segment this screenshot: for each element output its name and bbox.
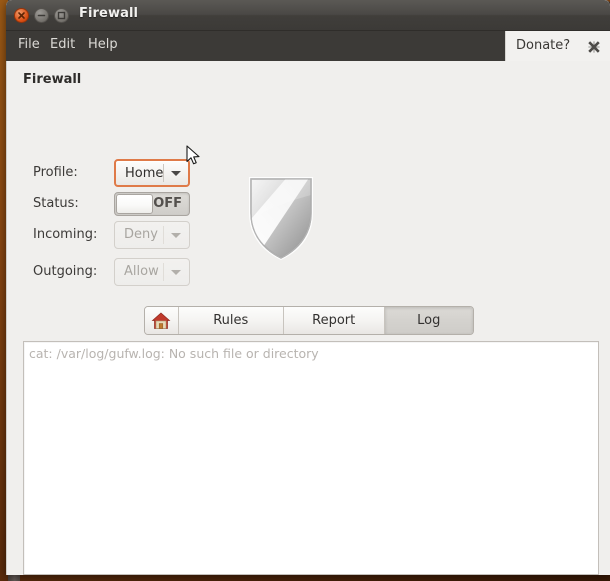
menu-item-edit[interactable]: Edit bbox=[48, 37, 77, 52]
label-incoming: Incoming: bbox=[33, 227, 98, 242]
incoming-dropdown[interactable]: Deny bbox=[114, 221, 190, 249]
donate-panel: Donate? bbox=[505, 31, 610, 61]
divider bbox=[163, 263, 164, 281]
label-status: Status: bbox=[33, 196, 79, 211]
label-profile: Profile: bbox=[33, 165, 78, 180]
window-client-area: Firewall Profile: Status: Incoming: Outg… bbox=[6, 61, 610, 575]
close-icon[interactable] bbox=[587, 39, 601, 53]
chevron-down-icon bbox=[171, 270, 181, 275]
window-titlebar[interactable]: Firewall bbox=[6, 0, 610, 31]
chevron-down-icon bbox=[171, 171, 181, 176]
close-button[interactable] bbox=[14, 8, 29, 23]
incoming-dropdown-value: Deny bbox=[124, 227, 158, 242]
toggle-knob bbox=[116, 194, 153, 214]
tab-rules[interactable]: Rules bbox=[178, 307, 284, 334]
shield-icon bbox=[245, 171, 317, 263]
tab-report[interactable]: Report bbox=[283, 307, 385, 334]
window-title: Firewall bbox=[79, 6, 139, 21]
firewall-window: Firewall File Edit Help Donate? Firewall… bbox=[6, 0, 610, 575]
donate-link[interactable]: Donate? bbox=[516, 38, 570, 53]
status-toggle-label: OFF bbox=[153, 196, 182, 211]
outgoing-dropdown-value: Allow bbox=[124, 264, 159, 279]
minimize-button[interactable] bbox=[34, 8, 49, 23]
tab-bar: Rules Report Log bbox=[144, 306, 474, 335]
home-icon bbox=[151, 312, 171, 329]
label-outgoing: Outgoing: bbox=[33, 264, 98, 279]
menu-item-file[interactable]: File bbox=[16, 37, 42, 52]
maximize-button[interactable] bbox=[54, 8, 69, 23]
log-text: cat: /var/log/gufw.log: No such file or … bbox=[29, 346, 319, 361]
page-title: Firewall bbox=[23, 72, 82, 87]
divider bbox=[163, 226, 164, 244]
chevron-down-icon bbox=[171, 233, 181, 238]
menubar: File Edit Help Donate? bbox=[6, 31, 610, 61]
outgoing-dropdown[interactable]: Allow bbox=[114, 258, 190, 286]
menu-item-help[interactable]: Help bbox=[86, 37, 120, 52]
log-textarea[interactable]: cat: /var/log/gufw.log: No such file or … bbox=[23, 341, 599, 575]
tab-home[interactable] bbox=[145, 307, 179, 334]
profile-dropdown-value: Home bbox=[125, 166, 164, 181]
status-toggle[interactable]: OFF bbox=[114, 192, 190, 216]
tab-log[interactable]: Log bbox=[384, 307, 473, 334]
profile-dropdown[interactable]: Home bbox=[114, 159, 190, 187]
divider bbox=[163, 164, 164, 182]
